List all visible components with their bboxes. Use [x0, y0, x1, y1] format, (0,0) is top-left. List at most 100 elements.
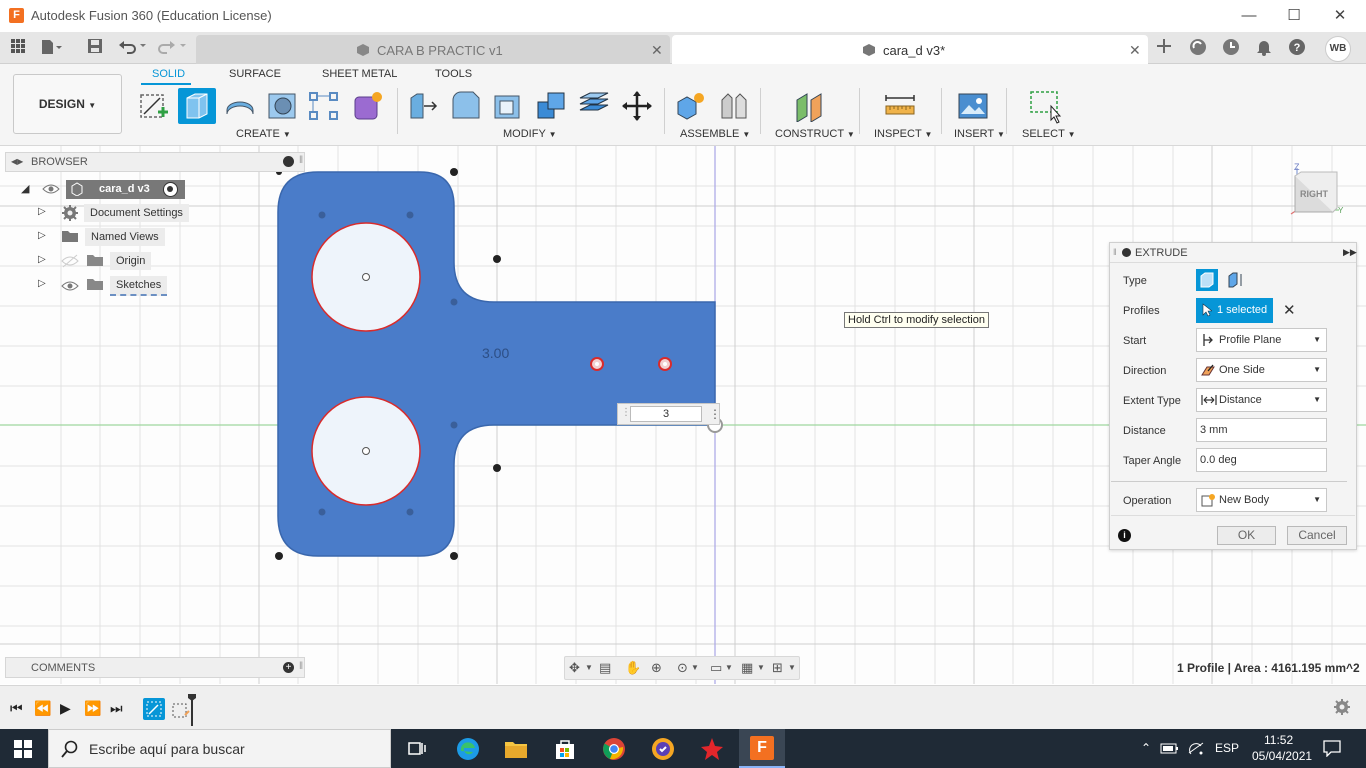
direction-select[interactable]: One Side ▼ [1196, 358, 1327, 382]
notifications-bell-icon[interactable] [1254, 38, 1274, 58]
chevron-down-icon[interactable]: ▼ [788, 663, 796, 672]
timeline-marker[interactable] [188, 694, 196, 726]
taper-angle-field[interactable]: 0.0 deg [1196, 448, 1327, 472]
activate-component-icon[interactable] [163, 182, 178, 197]
task-view-icon[interactable] [404, 736, 430, 762]
minimize-panel-icon[interactable] [283, 156, 294, 167]
expand-icon[interactable]: ▷ [38, 254, 46, 265]
panel-handle-icon[interactable]: ‖ [299, 661, 303, 672]
battery-power-icon[interactable] [1160, 741, 1180, 758]
select-menu[interactable]: SELECT ▼ [1022, 128, 1076, 140]
notification-center-icon[interactable] [1323, 739, 1341, 760]
create-form-icon[interactable] [352, 90, 384, 122]
create-sketch-icon[interactable] [138, 90, 170, 122]
type-solid-button[interactable] [1196, 269, 1218, 291]
tab-cara-d[interactable]: cara_d v3* ✕ [672, 35, 1148, 64]
revolve-icon[interactable] [224, 90, 256, 122]
show-hidden-icons-chevron[interactable]: ⌃ [1141, 741, 1151, 755]
design-workspace-button[interactable]: DESIGN ▼ [13, 74, 122, 134]
tab-surface[interactable]: SURFACE [229, 68, 281, 80]
viewports-icon[interactable]: ⊞ [772, 660, 783, 676]
file-menu-icon[interactable] [40, 38, 62, 58]
expand-icon[interactable]: ▷ [38, 230, 46, 241]
save-icon[interactable] [85, 38, 105, 58]
distance-inline-input[interactable]: ⋮ 3 ⋮ [617, 403, 721, 425]
collapse-dialog-icon[interactable] [1122, 248, 1131, 257]
taskbar-search-box[interactable]: Escribe aquí para buscar [48, 729, 391, 768]
visibility-hidden-icon[interactable] [61, 254, 79, 271]
close-tab-icon[interactable]: ✕ [651, 42, 663, 59]
browser-panel-header[interactable]: ◀▶ BROWSER ‖ [5, 152, 305, 172]
clock-date[interactable]: 05/04/2021 [1252, 749, 1312, 763]
add-comment-icon[interactable]: + [283, 662, 294, 673]
type-thin-button[interactable] [1224, 269, 1246, 291]
offset-plane-icon[interactable] [794, 90, 826, 123]
step-back-icon[interactable]: ⏪ [34, 700, 51, 717]
new-tab-icon[interactable] [1154, 38, 1174, 58]
comments-panel-header[interactable]: COMMENTS + ‖ [5, 657, 305, 678]
input-language[interactable]: ESP [1215, 741, 1239, 755]
profiles-selection-button[interactable]: 1 selected [1196, 298, 1273, 323]
pattern-icon[interactable] [308, 90, 340, 122]
construct-menu[interactable]: CONSTRUCT ▼ [775, 128, 855, 140]
new-component-icon[interactable] [675, 90, 707, 122]
zoom-icon[interactable]: ⊕ [651, 660, 662, 676]
wifi-icon[interactable] [1187, 741, 1205, 758]
move-icon[interactable] [621, 90, 653, 122]
clear-selection-icon[interactable]: ✕ [1283, 301, 1296, 319]
redo-icon[interactable] [158, 38, 188, 58]
go-to-start-icon[interactable]: ⏮ [10, 700, 23, 717]
clock-time[interactable]: 11:52 [1264, 733, 1293, 747]
extrude-dialog-header[interactable]: ‖ EXTRUDE ▶▶ [1110, 243, 1357, 263]
red-app-icon[interactable] [699, 736, 725, 762]
extensions-icon[interactable] [1188, 38, 1208, 58]
extrude-icon[interactable] [178, 88, 216, 124]
windows-start-icon[interactable] [14, 740, 32, 761]
chevron-down-icon[interactable]: ▼ [757, 663, 765, 672]
chevron-down-icon[interactable]: ▼ [585, 663, 593, 672]
operation-select[interactable]: New Body ▼ [1196, 488, 1327, 512]
close-window-button[interactable]: ✕ [1320, 4, 1360, 28]
tab-tools[interactable]: TOOLS [435, 68, 472, 80]
measure-icon[interactable] [884, 90, 916, 122]
browser-item-named-views[interactable]: Named Views [85, 228, 165, 246]
fusion-taskbar-button[interactable]: F [739, 729, 785, 768]
look-at-icon[interactable]: ▤ [599, 660, 611, 676]
window-select-icon[interactable] [1029, 90, 1062, 124]
edge-browser-icon[interactable] [455, 736, 481, 762]
orbit-icon[interactable]: ✥ [569, 660, 580, 676]
cancel-button[interactable]: Cancel [1287, 526, 1347, 545]
expand-icon[interactable]: ▷ [38, 278, 46, 289]
combine-icon[interactable] [535, 90, 567, 122]
visibility-eye-icon[interactable] [42, 182, 60, 199]
step-forward-icon[interactable]: ⏩ [84, 700, 101, 717]
browser-item-origin[interactable]: Origin [110, 252, 152, 270]
fillet-icon[interactable] [450, 90, 482, 122]
browser-item-sketches[interactable]: Sketches [110, 276, 168, 296]
tab-cara-b-practic[interactable]: CARA B PRACTIC v1 ✕ [196, 35, 670, 64]
distance-value[interactable]: 3 [630, 406, 702, 422]
panel-handle-icon[interactable]: ‖ [1113, 247, 1117, 257]
offset-face-icon[interactable] [578, 90, 610, 122]
chevron-down-icon[interactable]: ▼ [691, 663, 699, 672]
tab-solid[interactable]: SOLID [152, 68, 185, 80]
start-select[interactable]: Profile Plane ▼ [1196, 328, 1327, 352]
joint-icon[interactable] [718, 90, 750, 122]
insert-menu[interactable]: INSERT ▼ [954, 128, 1005, 140]
fit-icon[interactable]: ⊙ [677, 660, 688, 676]
info-icon[interactable]: i [1118, 529, 1131, 542]
chevron-down-icon[interactable]: ▼ [725, 663, 733, 672]
timeline-sketch-feature[interactable] [143, 698, 165, 720]
expand-dialog-icon[interactable]: ▶▶ [1343, 247, 1357, 258]
modify-menu[interactable]: MODIFY ▼ [503, 128, 557, 140]
insert-image-icon[interactable] [957, 90, 989, 122]
display-settings-icon[interactable]: ▭ [710, 660, 722, 676]
go-to-end-icon[interactable]: ⏭ [110, 700, 123, 717]
expand-icon[interactable]: ▷ [38, 206, 46, 217]
ok-button[interactable]: OK [1217, 526, 1276, 545]
panel-handle-icon[interactable]: ‖ [299, 155, 303, 166]
grid-snaps-icon[interactable]: ▦ [741, 660, 753, 676]
tab-sheet-metal[interactable]: SHEET METAL [322, 68, 397, 80]
timeline-settings-gear-icon[interactable] [1333, 698, 1351, 719]
view-cube[interactable]: Z Y RIGHT [1285, 162, 1345, 222]
